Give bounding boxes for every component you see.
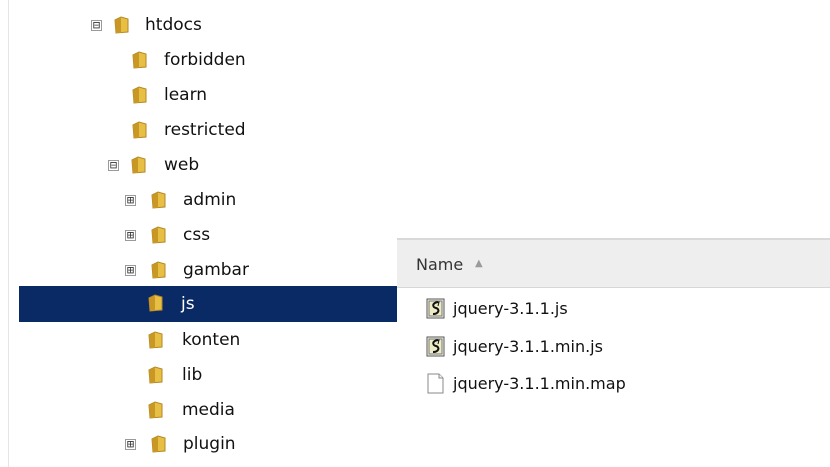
tree-item-label: plugin	[183, 434, 236, 454]
collapse-icon[interactable]: ⊟	[91, 19, 102, 31]
name-header-label: Name	[416, 255, 464, 274]
tree-item-restricted[interactable]: restricted	[131, 113, 351, 147]
expand-icon[interactable]: ⊞	[125, 229, 136, 241]
tree-item-label: learn	[164, 85, 208, 105]
tree-item-konten[interactable]: konten	[147, 323, 367, 357]
folder-icon	[151, 226, 166, 244]
tree-item-label: lib	[182, 365, 203, 385]
collapse-icon[interactable]: ⊟	[108, 159, 119, 171]
file-name: jquery-3.1.1.min.map	[453, 374, 626, 393]
file-row-jquery-js[interactable]: jquery-3.1.1.js	[426, 294, 746, 324]
file-list-pane: Name ▲ jquery-3.1.1.js jquery-3.1.1.min.…	[397, 238, 830, 467]
folder-icon	[131, 156, 146, 174]
tree-item-label: konten	[182, 330, 241, 350]
blank-file-icon	[427, 373, 444, 394]
file-explorer-screenshot: ⊟ htdocs forbidden learn restricted ⊟ we…	[0, 0, 830, 467]
folder-icon	[148, 401, 163, 419]
folder-icon	[148, 294, 163, 312]
tree-item-label: restricted	[164, 120, 246, 140]
expand-icon[interactable]: ⊞	[125, 264, 136, 276]
tree-item-js[interactable]: js	[19, 286, 405, 322]
tree-item-label: htdocs	[145, 15, 202, 35]
expand-icon[interactable]: ⊞	[125, 438, 136, 450]
script-file-icon	[426, 336, 445, 357]
folder-tree: ⊟ htdocs forbidden learn restricted ⊟ we…	[0, 0, 405, 467]
tree-item-learn[interactable]: learn	[131, 78, 351, 112]
file-row-jquery-min-map[interactable]: jquery-3.1.1.min.map	[426, 369, 746, 399]
up-sort-icon: ▲	[475, 258, 483, 269]
tree-item-label: media	[182, 400, 235, 420]
expand-icon[interactable]: ⊞	[125, 194, 136, 206]
tree-item-label: css	[183, 225, 211, 245]
folder-icon	[148, 331, 163, 349]
folder-icon	[151, 191, 166, 209]
tree-item-web[interactable]: ⊟ web	[108, 148, 328, 182]
folder-icon	[132, 86, 147, 104]
tree-item-label: web	[164, 155, 200, 175]
tree-item-media[interactable]: media	[147, 393, 367, 427]
tree-item-label: admin	[183, 190, 237, 210]
tree-item-gambar[interactable]: ⊞ gambar	[125, 253, 355, 287]
tree-item-label: js	[181, 294, 195, 314]
tree-item-label: gambar	[183, 260, 249, 280]
folder-icon	[114, 16, 129, 34]
tree-item-htdocs[interactable]: ⊟ htdocs	[91, 8, 321, 42]
folder-icon	[151, 261, 166, 279]
folder-icon	[132, 121, 147, 139]
file-name: jquery-3.1.1.min.js	[453, 337, 603, 356]
tree-item-admin[interactable]: ⊞ admin	[125, 183, 355, 217]
folder-icon	[151, 435, 166, 453]
tree-item-lib[interactable]: lib	[147, 358, 367, 392]
folder-icon	[148, 366, 163, 384]
file-row-jquery-min-js[interactable]: jquery-3.1.1.min.js	[426, 332, 746, 362]
tree-item-label: forbidden	[164, 50, 246, 70]
script-file-icon	[426, 298, 445, 319]
tree-item-css[interactable]: ⊞ css	[125, 218, 355, 252]
folder-icon	[132, 51, 147, 69]
tree-item-plugin[interactable]: ⊞ plugin	[125, 427, 355, 461]
tree-item-forbidden[interactable]: forbidden	[131, 43, 351, 77]
file-name: jquery-3.1.1.js	[453, 299, 568, 318]
name-column-header[interactable]: Name ▲	[397, 240, 830, 288]
